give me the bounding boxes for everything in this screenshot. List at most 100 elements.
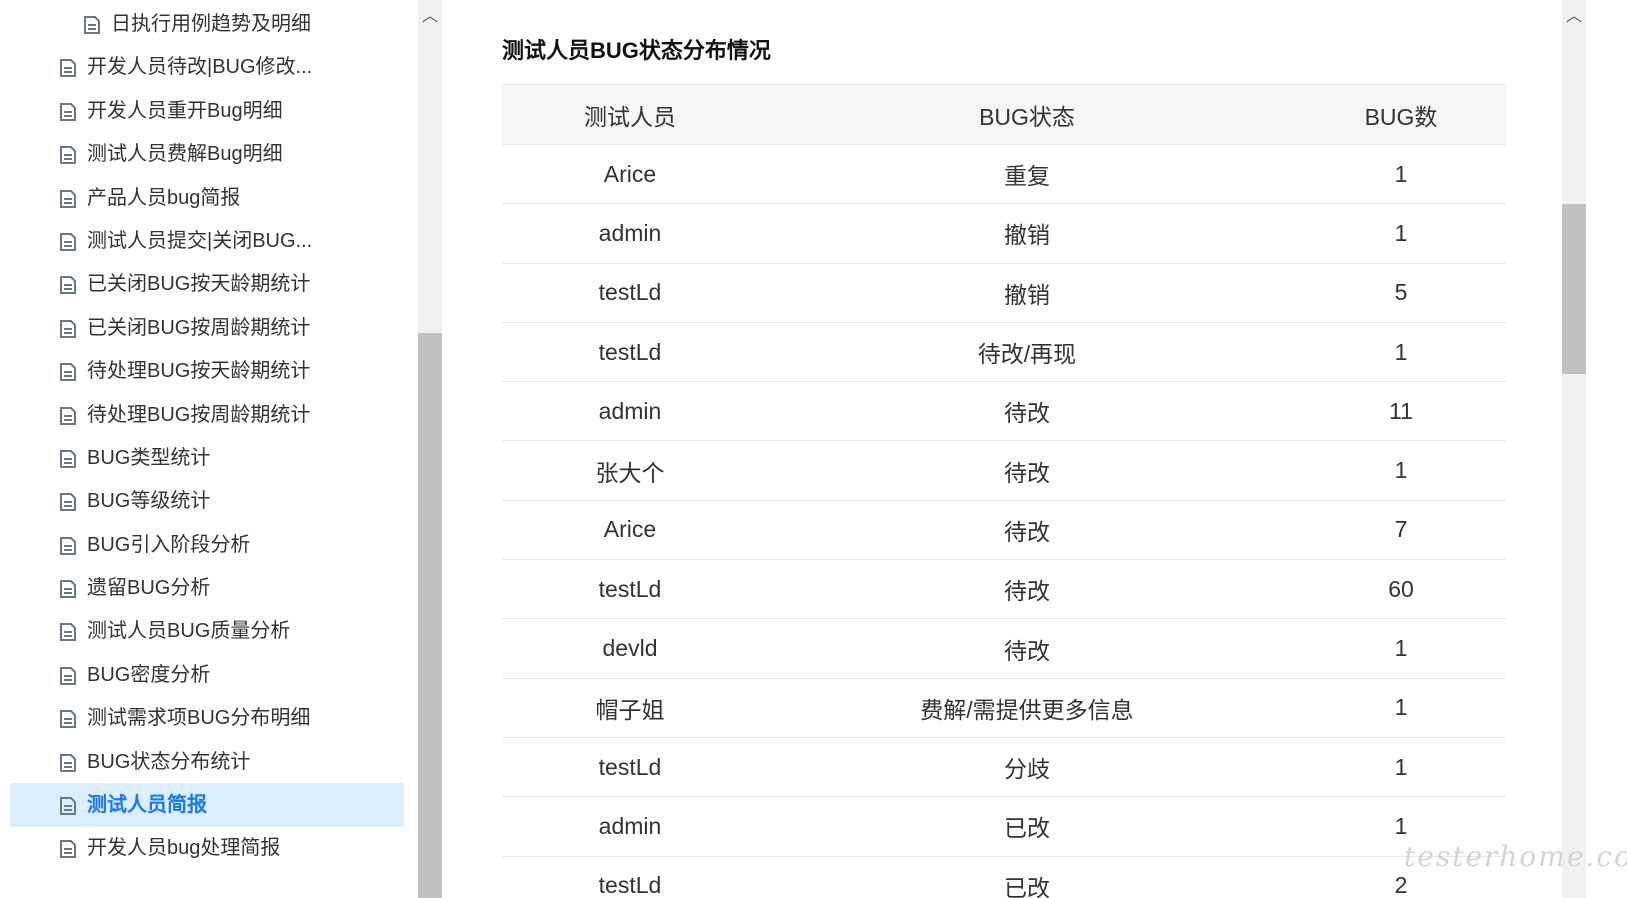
sidebar-item-label: 测试人员BUG质量分析 [87, 620, 291, 642]
cell-tester: testLd [502, 856, 758, 898]
sidebar-item[interactable]: 日执行用例趋势及明细 [10, 2, 404, 46]
scroll-up-icon[interactable]: ︿ [418, 0, 442, 28]
cell-tester: testLd [502, 263, 758, 323]
table-row: testLd 撤销 5 [502, 263, 1506, 323]
cell-tester: admin [502, 796, 758, 857]
sidebar-item-label: BUG类型统计 [87, 447, 211, 469]
report-doc-icon [60, 103, 76, 121]
main-scrollbar[interactable]: ︿ [1562, 0, 1586, 898]
sidebar-item-label: 测试人员简报 [87, 794, 207, 816]
cell-bug-count: 1 [1296, 322, 1506, 383]
sidebar-item[interactable]: BUG类型统计 [10, 436, 404, 480]
cell-bug-count: 1 [1296, 144, 1506, 205]
sidebar-item[interactable]: BUG密度分析 [10, 653, 404, 697]
cell-bug-count: 1 [1296, 440, 1506, 501]
report-doc-icon [60, 233, 76, 251]
cell-bug-status: 费解/需提供更多信息 [758, 678, 1296, 738]
table-row: testLd 待改 60 [502, 559, 1506, 620]
watermark: testerhome.co [1404, 840, 1627, 873]
table-row: 帽子姐 费解/需提供更多信息 1 [502, 678, 1506, 738]
report-doc-icon [60, 537, 76, 555]
table-header-row: 测试人员 BUG状态 BUG数 [502, 84, 1506, 145]
cell-tester: devld [502, 618, 758, 679]
cell-bug-status: 撤销 [758, 263, 1296, 323]
bug-status-table: 测试人员 BUG状态 BUG数 Arice 重复 1 admin 撤销 1 testLd 撤销… [502, 84, 1506, 898]
table-body: Arice 重复 1 admin 撤销 1 testLd 撤销 5 testLd 待改/再现 1 adm… [502, 144, 1506, 898]
cell-bug-status: 待改 [758, 440, 1296, 501]
sidebar-item-label: 待处理BUG按周龄期统计 [87, 404, 311, 426]
cell-bug-count: 1 [1296, 737, 1506, 798]
cell-bug-status: 待改 [758, 618, 1296, 679]
cell-bug-status: 待改 [758, 381, 1296, 442]
sidebar-item[interactable]: 测试人员简报 [10, 783, 404, 827]
report-doc-icon [60, 190, 76, 208]
cell-bug-count: 1 [1296, 203, 1506, 264]
report-doc-icon [60, 580, 76, 598]
report-doc-icon [60, 363, 76, 381]
sidebar-item-label: 产品人员bug简报 [87, 187, 241, 209]
sidebar-item[interactable]: 待处理BUG按周龄期统计 [10, 393, 404, 437]
report-doc-icon [60, 754, 76, 772]
sidebar-item[interactable]: 测试人员BUG质量分析 [10, 609, 404, 653]
sidebar-item-label: 开发人员bug处理简报 [87, 837, 281, 859]
cell-tester: 帽子姐 [502, 678, 758, 738]
report-doc-icon [60, 840, 76, 858]
sidebar-item-label: 遗留BUG分析 [87, 577, 211, 599]
sidebar-item-label: 已关闭BUG按天龄期统计 [87, 273, 311, 295]
table-row: Arice 重复 1 [502, 144, 1506, 205]
cell-bug-count: 5 [1296, 263, 1506, 323]
sidebar-item[interactable]: 产品人员bug简报 [10, 176, 404, 220]
scroll-up-icon[interactable]: ︿ [1562, 0, 1586, 28]
sidebar-item-label: 已关闭BUG按周龄期统计 [87, 317, 311, 339]
table-row: devld 待改 1 [502, 618, 1506, 679]
report-title: 测试人员BUG状态分布情况 [502, 38, 771, 63]
table-row: testLd 待改/再现 1 [502, 322, 1506, 383]
table-row: admin 待改 11 [502, 381, 1506, 442]
sidebar-item[interactable]: 遗留BUG分析 [10, 566, 404, 610]
table-row: 张大个 待改 1 [502, 440, 1506, 501]
sidebar-item[interactable]: 开发人员bug处理简报 [10, 826, 404, 870]
report-doc-icon [60, 493, 76, 511]
cell-bug-status: 分歧 [758, 737, 1296, 798]
report-panel: 测试人员BUG状态分布情况 测试人员 BUG状态 BUG数 Arice 重复 1 ad… [442, 0, 1562, 898]
sidebar-item[interactable]: 测试需求项BUG分布明细 [10, 696, 404, 740]
report-doc-icon [60, 797, 76, 815]
sidebar-scroll-thumb[interactable] [418, 333, 442, 898]
cell-bug-status: 重复 [758, 144, 1296, 205]
report-doc-icon [84, 16, 100, 34]
sidebar-item[interactable]: 开发人员重开Bug明细 [10, 89, 404, 133]
cell-bug-count: 60 [1296, 559, 1506, 620]
table-row: testLd 分歧 1 [502, 737, 1506, 798]
sidebar-item[interactable]: BUG等级统计 [10, 479, 404, 523]
sidebar-item-label: BUG引入阶段分析 [87, 534, 251, 556]
cell-tester: Arice [502, 500, 758, 561]
report-doc-icon [60, 146, 76, 164]
sidebar-item[interactable]: 已关闭BUG按天龄期统计 [10, 262, 404, 306]
cell-bug-count: 1 [1296, 678, 1506, 738]
cell-tester: admin [502, 203, 758, 264]
cell-tester: testLd [502, 737, 758, 798]
table-row: Arice 待改 7 [502, 500, 1506, 561]
sidebar-item[interactable]: 开发人员待改|BUG修改... [10, 45, 404, 89]
sidebar-item[interactable]: 已关闭BUG按周龄期统计 [10, 306, 404, 350]
report-doc-icon [60, 623, 76, 641]
report-doc-icon [60, 407, 76, 425]
sidebar-item-label: BUG等级统计 [87, 490, 211, 512]
sidebar-item-label: 日执行用例趋势及明细 [111, 13, 311, 35]
cell-bug-count: 1 [1296, 618, 1506, 679]
cell-bug-status: 已改 [758, 796, 1296, 857]
sidebar-item[interactable]: 测试人员提交|关闭BUG... [10, 219, 404, 263]
cell-tester: admin [502, 381, 758, 442]
sidebar-item[interactable]: 测试人员费解Bug明细 [10, 132, 404, 176]
main-scroll-thumb[interactable] [1562, 204, 1586, 374]
sidebar-item-label: 开发人员重开Bug明细 [87, 100, 283, 122]
sidebar-item[interactable]: 待处理BUG按天龄期统计 [10, 349, 404, 393]
sidebar-item[interactable]: BUG状态分布统计 [10, 740, 404, 784]
sidebar-item[interactable]: BUG引入阶段分析 [10, 523, 404, 567]
report-doc-icon [60, 450, 76, 468]
cell-bug-count: 11 [1296, 381, 1506, 442]
sidebar-item-label: 测试人员提交|关闭BUG... [87, 230, 313, 252]
sidebar-scrollbar[interactable]: ︿ [418, 0, 442, 898]
column-header-bug-count: BUG数 [1296, 84, 1506, 145]
cell-bug-count: 7 [1296, 500, 1506, 561]
